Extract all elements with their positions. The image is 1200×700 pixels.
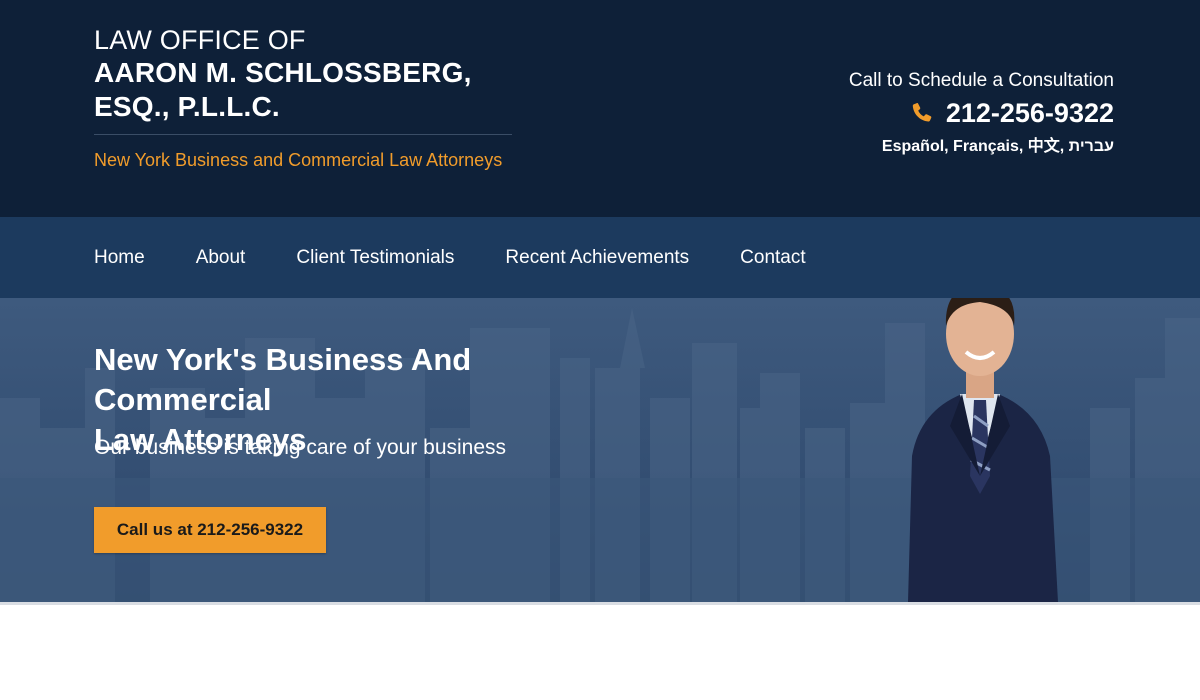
brand-divider: [94, 134, 512, 135]
contact-cta-text: Call to Schedule a Consultation: [848, 70, 1114, 91]
nav-item-home[interactable]: Home: [94, 247, 145, 269]
header-contact: Call to Schedule a Consultation 212-256-…: [849, 68, 1114, 156]
nav-item-contact[interactable]: Contact: [740, 247, 805, 269]
nav-item-about[interactable]: About: [196, 247, 246, 269]
brand-tagline: New York Business and Commercial Law Att…: [94, 150, 503, 170]
phone-link[interactable]: 212-256-9322: [849, 96, 1114, 130]
attorney-photo: [908, 298, 1058, 602]
header-phone-number: 212-256-9322: [945, 98, 1114, 128]
hero-banner: New York's Business And Commercial Law A…: [0, 298, 1200, 602]
brand-line-2: AARON M. SCHLOSSBERG,: [94, 57, 472, 88]
languages-text: Español, Français, 中文, עברית: [881, 138, 1114, 155]
content-area: [0, 605, 1200, 700]
call-us-button[interactable]: Call us at 212-256-9322: [94, 507, 326, 553]
nav-item-recent-achievements[interactable]: Recent Achievements: [505, 247, 689, 269]
nav-list: Home About Client Testimonials Recent Ac…: [94, 217, 857, 298]
hero-subtitle: Our business is taking care of your busi…: [94, 436, 507, 459]
hero-title-line-1: New York's Business And Commercial: [94, 342, 472, 417]
nav-item-client-testimonials[interactable]: Client Testimonials: [296, 247, 454, 269]
brand-line-1: LAW OFFICE OF: [94, 25, 306, 55]
phone-icon: [910, 101, 934, 125]
brand-logo-link[interactable]: LAW OFFICE OF AARON M. SCHLOSSBERG, ESQ.…: [94, 24, 514, 171]
brand-line-3: ESQ., P.L.L.C.: [94, 91, 280, 122]
page: LAW OFFICE OF AARON M. SCHLOSSBERG, ESQ.…: [0, 0, 1200, 700]
main-nav: Home About Client Testimonials Recent Ac…: [0, 217, 1200, 298]
site-header: LAW OFFICE OF AARON M. SCHLOSSBERG, ESQ.…: [0, 0, 1200, 217]
